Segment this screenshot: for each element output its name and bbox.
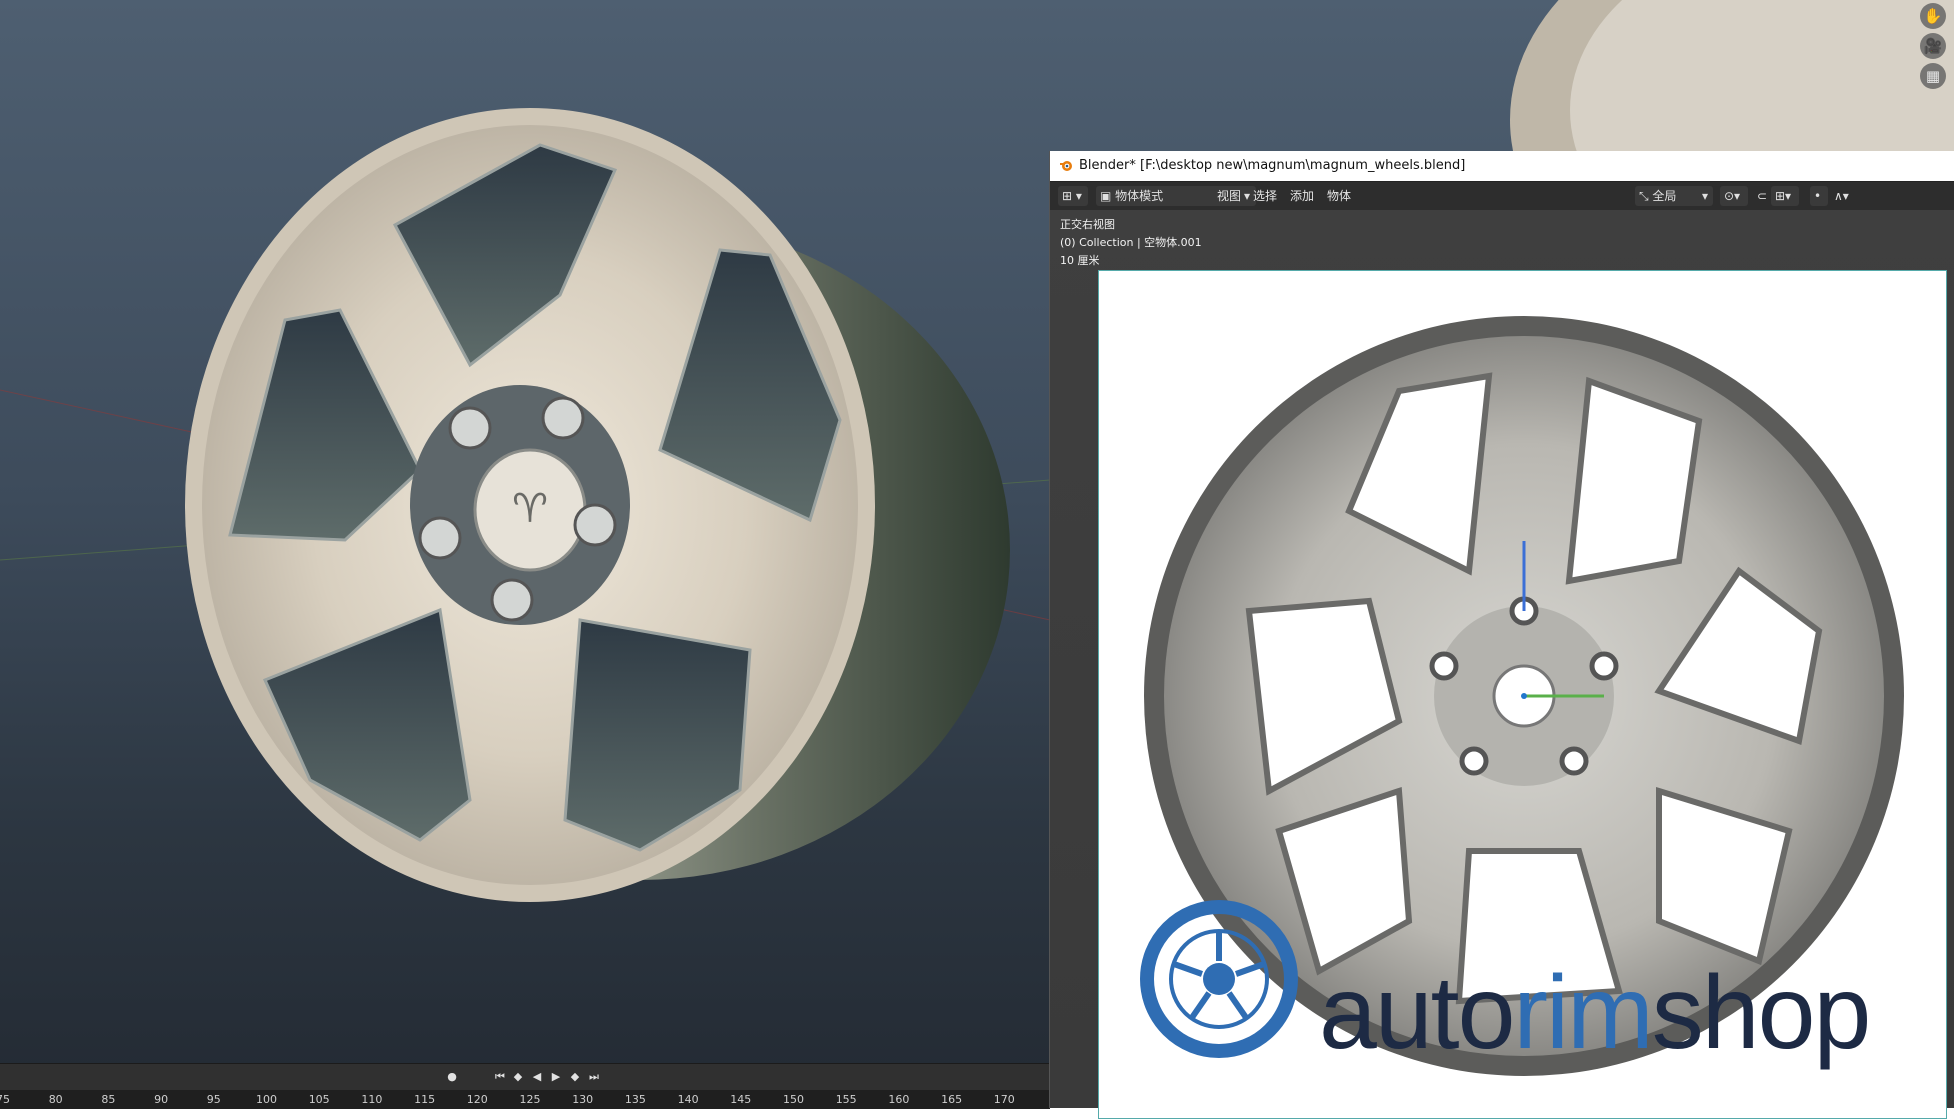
collection-label: (0) Collection | 空物体.001 [1060, 236, 1202, 249]
menu-view[interactable]: 视图 [1217, 186, 1241, 206]
transform-orientation-dropdown[interactable]: ⤡ 全局 ▾ [1635, 186, 1713, 206]
menu-object[interactable]: 物体 [1327, 186, 1351, 206]
menu-select[interactable]: 选择 [1253, 186, 1277, 206]
grid-view-icon[interactable]: ▦ [1920, 63, 1946, 89]
brand-logo [1140, 900, 1298, 1058]
proportional-edit-icon[interactable]: • [1810, 186, 1828, 206]
pivot-point-icon[interactable]: ⊙▾ [1720, 186, 1748, 206]
frame-tick: 75 [0, 1093, 10, 1106]
mode-icon: ▣ [1100, 189, 1116, 203]
origin-dot [1521, 693, 1527, 699]
orientation-label: 全局 [1652, 189, 1677, 203]
snap-target-icon[interactable]: ⊞▾ [1771, 186, 1799, 206]
frame-tick: 105 [308, 1093, 330, 1106]
reference-viewport[interactable]: 正交右视图 (0) Collection | 空物体.001 10 厘米 aut… [1050, 210, 1954, 1119]
frame-tick: 140 [677, 1093, 699, 1106]
jump-start-icon[interactable]: ⏮ [492, 1069, 508, 1085]
frame-tick: 165 [941, 1093, 963, 1106]
frame-tick: 115 [414, 1093, 436, 1106]
frame-tick: 85 [101, 1093, 116, 1106]
pan-icon[interactable]: ✋ [1920, 3, 1946, 29]
frame-tick: 100 [256, 1093, 277, 1106]
frame-tick: 130 [572, 1093, 594, 1106]
frame-tick: 145 [730, 1093, 752, 1106]
frame-tick: 80 [48, 1093, 63, 1106]
frame-tick: 135 [624, 1093, 646, 1106]
frame-tick: 110 [361, 1093, 383, 1106]
record-icon[interactable]: ● [444, 1069, 460, 1085]
play-reverse-icon[interactable]: ◀ [529, 1069, 545, 1085]
frame-tick: 155 [835, 1093, 857, 1106]
orientation-icon: ⤡ [1639, 189, 1653, 203]
falloff-icon[interactable]: ∧▾ [1830, 186, 1856, 206]
scale-label: 10 厘米 [1060, 254, 1100, 267]
frame-ruler[interactable]: 75 80 85 90 95 100 105 110 115 120 125 130 135 140 145… [0, 1090, 1050, 1109]
frame-tick: 120 [466, 1093, 488, 1106]
reference-image: autorimshop [1098, 270, 1947, 1119]
jump-end-icon[interactable]: ⏭ [586, 1069, 602, 1085]
frame-tick: 160 [888, 1093, 910, 1106]
view-name: 正交右视图 [1060, 218, 1115, 231]
blender-window: Blender* [F:\desktop new\magnum\magnum_w… [1049, 151, 1954, 1119]
menu-add[interactable]: 添加 [1290, 186, 1314, 206]
chevron-down-icon: ▾ [1243, 189, 1250, 203]
frame-tick: 95 [206, 1093, 221, 1106]
timeline[interactable]: ● ⏮ ◆ ◀ ▶ ◆ ⏭ 75 80 85 90 95 100 105 110 115 120 1… [0, 1063, 1050, 1109]
play-icon[interactable]: ▶ [548, 1069, 564, 1085]
brand-part-shop: shop [1651, 955, 1872, 1071]
svg-text:♈: ♈ [512, 486, 548, 532]
editor-type-button[interactable]: ⊞ ▾ [1058, 186, 1088, 206]
frame-tick: 170 [993, 1093, 1015, 1106]
playback-controls: ● ⏮ ◆ ◀ ▶ ◆ ⏭ [0, 1064, 1050, 1090]
blender-logo-icon [1060, 161, 1072, 171]
camera-icon[interactable]: 🎥 [1920, 33, 1946, 59]
frame-tick: 150 [783, 1093, 804, 1106]
frame-tick: 125 [519, 1093, 541, 1106]
chevron-down-icon: ▾ [1701, 189, 1708, 203]
brand-part-auto: auto [1319, 955, 1515, 1071]
mode-label: 物体模式 [1115, 189, 1164, 203]
next-keyframe-icon[interactable]: ◆ [567, 1069, 583, 1085]
frame-tick: 90 [154, 1093, 169, 1106]
brand-part-rim: rim [1513, 955, 1653, 1071]
viewport-header: ⊞ ▾ ▣ 物体模式 ▾ 视图 选择 添加 物体 ⤡ 全局 ▾ ⊙▾ ⊂ ⊞▾ … [1050, 182, 1954, 211]
window-titlebar[interactable]: Blender* [F:\desktop new\magnum\magnum_w… [1050, 151, 1954, 181]
snap-icon[interactable]: ⊂ [1753, 186, 1771, 206]
brand-wordmark: autorimshop [1319, 961, 1871, 1065]
window-title: Blender* [F:\desktop new\magnum\magnum_w… [1079, 158, 1466, 173]
prev-keyframe-icon[interactable]: ◆ [510, 1069, 526, 1085]
